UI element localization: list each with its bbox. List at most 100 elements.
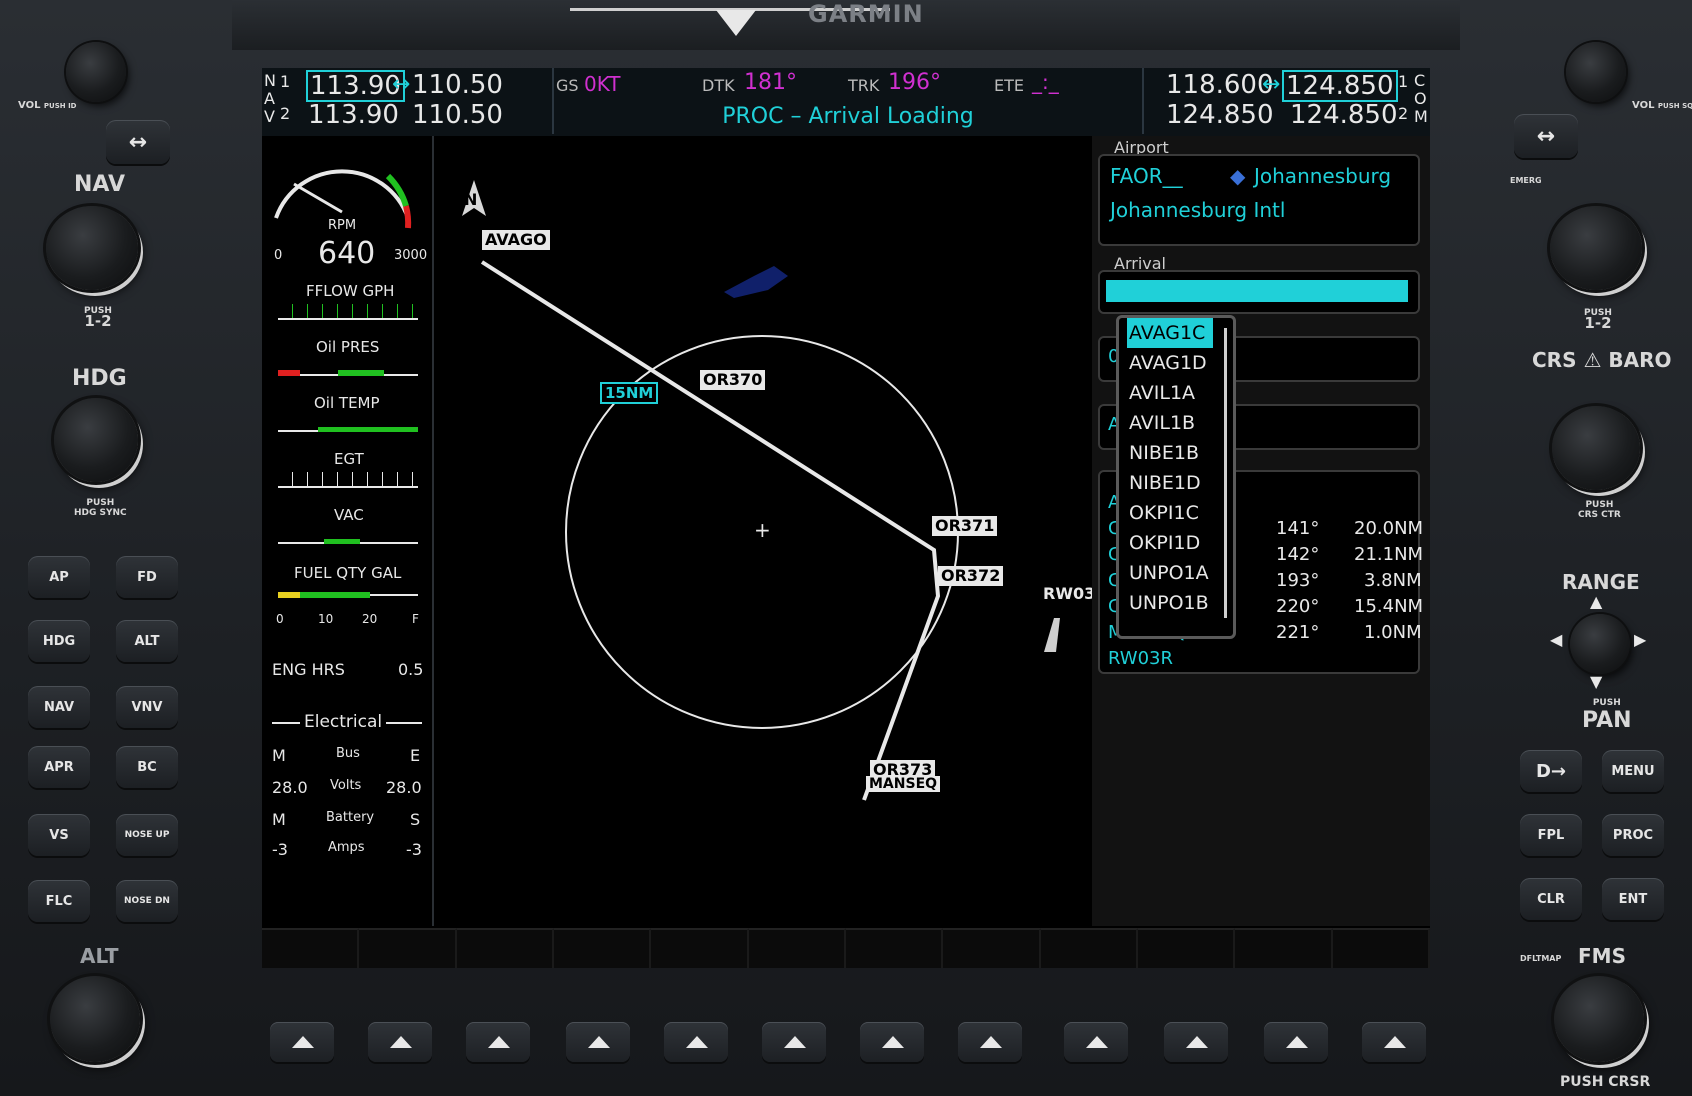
nav1-standby-freq[interactable]: 110.50 xyxy=(412,70,503,100)
egt-label: EGT xyxy=(334,450,364,468)
proc-button[interactable]: PROC xyxy=(1602,814,1664,856)
softkey-label-1 xyxy=(262,928,360,968)
dropdown-option-nibe1d[interactable]: NIBE1D xyxy=(1119,468,1233,498)
arrival-selection-field[interactable] xyxy=(1106,280,1408,302)
trk-label: TRK xyxy=(848,76,880,95)
airport-name: Johannesburg Intl xyxy=(1110,198,1286,222)
pan-push-text: PUSH xyxy=(1592,698,1621,708)
nose-dn-button[interactable]: NOSE DN xyxy=(116,880,178,922)
com-tuning-knob[interactable] xyxy=(1550,206,1642,290)
dropdown-option-okpi1c[interactable]: OKPI1C xyxy=(1119,498,1233,528)
range-joystick[interactable] xyxy=(1570,614,1630,674)
com-swap-arrow-icon[interactable]: ↔ xyxy=(1262,72,1280,97)
softkey-4[interactable] xyxy=(566,1022,630,1062)
leg-crs-4: 221° xyxy=(1276,622,1320,643)
nav-button[interactable]: NAV xyxy=(28,686,90,728)
dropdown-option-nibe1b[interactable]: NIBE1B xyxy=(1119,438,1233,468)
crs-baro-label: CRS ⚠ BARO xyxy=(1532,348,1671,372)
softkey-8[interactable] xyxy=(958,1022,1022,1062)
nav-volume-knob[interactable] xyxy=(66,42,126,102)
nav2-active-freq: 113.90 xyxy=(308,100,399,130)
dropdown-option-avil1a[interactable]: AVIL1A xyxy=(1119,378,1233,408)
dropdown-scrollbar[interactable] xyxy=(1224,328,1227,618)
softkey-9[interactable] xyxy=(1064,1022,1128,1062)
nav-swap-button[interactable]: ↔ xyxy=(106,120,170,164)
com1-standby-freq[interactable]: 124.850 xyxy=(1282,70,1398,102)
volts-left: 28.0 xyxy=(272,778,308,797)
airport-ident[interactable]: FAOR__ xyxy=(1110,164,1183,188)
softkey-arrow-icon xyxy=(488,1036,510,1048)
bc-button[interactable]: BC xyxy=(116,746,178,788)
softkey-5[interactable] xyxy=(664,1022,728,1062)
left-vol-push: PUSH ID xyxy=(43,102,77,110)
nav-swap-arrow-icon[interactable]: ↔ xyxy=(392,72,410,97)
amps-label: Amps xyxy=(328,840,365,855)
softkey-10[interactable] xyxy=(1164,1022,1228,1062)
arrival-dropdown[interactable]: AVAG1C AVAG1D AVIL1A AVIL1B NIBE1B NIBE1… xyxy=(1116,315,1236,639)
clr-button[interactable]: CLR xyxy=(1520,878,1582,920)
alt-knob[interactable] xyxy=(50,976,140,1062)
direct-to-button[interactable]: D→ xyxy=(1520,750,1582,792)
ent-button[interactable]: ENT xyxy=(1602,878,1664,920)
softkey-6[interactable] xyxy=(762,1022,826,1062)
alt-button[interactable]: ALT xyxy=(116,620,178,662)
ap-button[interactable]: AP xyxy=(28,556,90,598)
right-vol-label: VOL PUSH SQ xyxy=(1632,100,1692,111)
nav-tuning-knob[interactable] xyxy=(46,206,138,290)
hdg-button[interactable]: HDG xyxy=(28,620,90,662)
leg-crs-3: 220° xyxy=(1276,596,1320,617)
baro-text: BARO xyxy=(1608,348,1672,372)
vnv-button[interactable]: VNV xyxy=(116,686,178,728)
hdg-push-label: PUSH HDG SYNC xyxy=(74,498,127,518)
waypoint-or371[interactable]: OR371 xyxy=(932,516,998,536)
moving-map[interactable]: N + 15NM AVAGO OR370 OR371 OR372 OR373 M… xyxy=(434,136,1092,926)
menu-button[interactable]: MENU xyxy=(1602,750,1664,792)
pan-label: PUSH PAN xyxy=(1582,698,1632,734)
nav-label-letters: N A V xyxy=(264,72,280,126)
fpl-button[interactable]: FPL xyxy=(1520,814,1582,856)
fms-knob[interactable] xyxy=(1554,976,1644,1062)
map-range-label[interactable]: 15NM xyxy=(600,382,659,404)
waypoint-or372[interactable]: OR372 xyxy=(938,566,1004,586)
left-vol-label: VOL PUSH ID xyxy=(18,100,77,111)
softkey-1[interactable] xyxy=(270,1022,334,1062)
dropdown-option-avag1c[interactable]: AVAG1C xyxy=(1127,318,1213,348)
softkey-label-2 xyxy=(359,928,457,968)
dropdown-option-unpo1a[interactable]: UNPO1A xyxy=(1119,558,1233,588)
hdg-knob[interactable] xyxy=(54,398,138,482)
waypoint-or370[interactable]: OR370 xyxy=(700,370,766,390)
com2-active-freq: 124.850 xyxy=(1166,100,1274,130)
right-vol-text: VOL xyxy=(1632,100,1655,111)
softkey-7[interactable] xyxy=(860,1022,924,1062)
leg-dist-4: 1.0NM xyxy=(1364,622,1422,643)
waypoint-rw03[interactable]: RW03 xyxy=(1040,584,1092,604)
top-indicator-arrow xyxy=(716,10,756,36)
flc-button[interactable]: FLC xyxy=(28,880,90,922)
dropdown-option-okpi1d[interactable]: OKPI1D xyxy=(1119,528,1233,558)
apr-button[interactable]: APR xyxy=(28,746,90,788)
fuel-scale xyxy=(278,592,418,610)
nav-data-panel: GS 0KT DTK 181° TRK 196° ETE _:_ PROC – … xyxy=(552,68,1144,134)
waypoint-manseq[interactable]: MANSEQ xyxy=(866,776,941,792)
range-right-arrow-icon: ▶ xyxy=(1634,630,1647,649)
oil-pres-scale xyxy=(278,360,418,376)
dropdown-option-avil1b[interactable]: AVIL1B xyxy=(1119,408,1233,438)
com-volume-knob[interactable] xyxy=(1566,42,1626,102)
dropdown-option-unpo1b[interactable]: UNPO1B xyxy=(1119,588,1233,612)
fd-button[interactable]: FD xyxy=(116,556,178,598)
softkey-3[interactable] xyxy=(466,1022,530,1062)
waypoint-avago[interactable]: AVAGO xyxy=(482,230,550,250)
softkey-2[interactable] xyxy=(368,1022,432,1062)
vs-button[interactable]: VS xyxy=(28,814,90,856)
com-letter-o: O xyxy=(1414,89,1427,108)
softkey-11[interactable] xyxy=(1264,1022,1328,1062)
dropdown-option-avag1d[interactable]: AVAG1D xyxy=(1119,348,1233,378)
nose-up-button[interactable]: NOSE UP xyxy=(116,814,178,856)
softkey-12[interactable] xyxy=(1362,1022,1426,1062)
com-swap-button[interactable]: ↔ xyxy=(1514,114,1578,158)
leg-dist-2: 3.8NM xyxy=(1364,570,1422,591)
nav1-active-freq[interactable]: 113.90 xyxy=(306,70,405,102)
softkey-arrow-icon xyxy=(292,1036,314,1048)
leg-crs-1: 142° xyxy=(1276,544,1320,565)
crs-baro-knob[interactable] xyxy=(1552,406,1640,490)
